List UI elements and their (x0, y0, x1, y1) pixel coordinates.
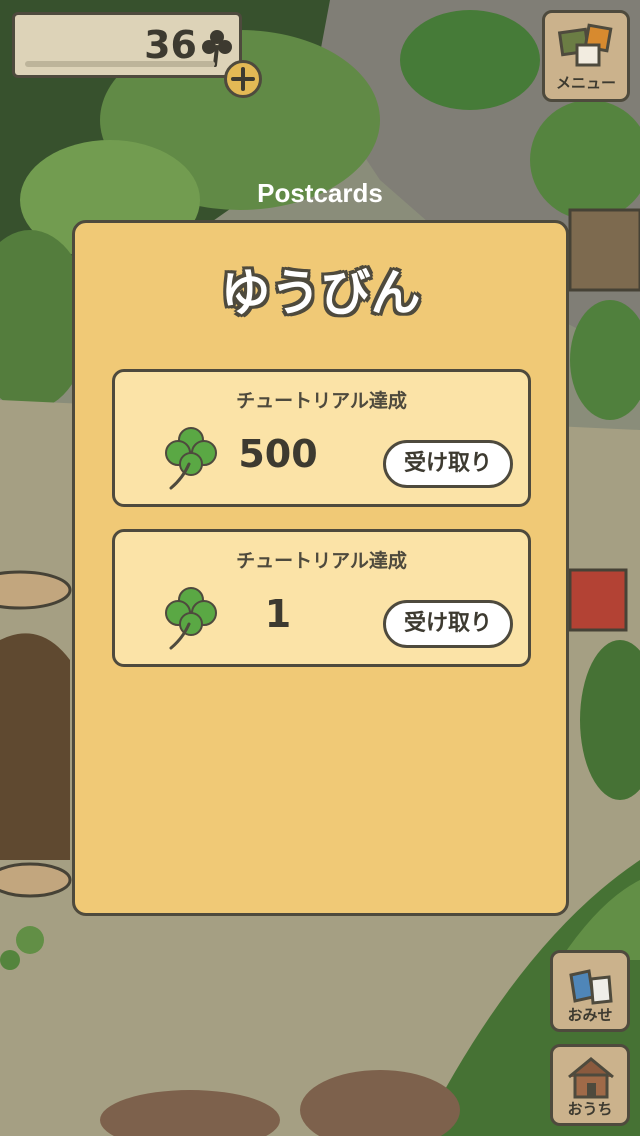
shop-bags-icon (569, 969, 613, 1005)
page-title: Postcards (257, 178, 383, 208)
four-leaf-clover-icon (165, 587, 217, 650)
add-clover-button[interactable] (224, 60, 262, 98)
postcards-stack-icon (557, 23, 613, 67)
menu-button[interactable]: メニュー (542, 10, 630, 102)
mail-item-title: チュートリアル達成 (236, 390, 407, 412)
plus-icon (231, 67, 255, 91)
shop-label: おみせ (567, 1006, 613, 1024)
home-label: おうち (567, 1100, 613, 1118)
shop-button[interactable]: おみせ (550, 950, 630, 1032)
receive-button[interactable]: 受け取り (383, 600, 513, 648)
reward-amount: 1 (264, 592, 292, 636)
mail-item-title: チュートリアル達成 (236, 550, 407, 572)
counter-bar (25, 61, 215, 67)
clover-counter: 36 (12, 12, 242, 78)
four-leaf-clover-icon (165, 427, 217, 490)
panel-heading: ゆうびん (220, 264, 421, 322)
house-icon (568, 1057, 614, 1099)
menu-label: メニュー (555, 74, 616, 92)
mail-item: チュートリアル達成 500 受け取り (112, 369, 531, 507)
mail-panel: ゆうびん チュートリアル達成 500 受け取り チュートリアル達成 1 受け取り (72, 220, 569, 916)
receive-button[interactable]: 受け取り (383, 440, 513, 488)
mail-item: チュートリアル達成 1 受け取り (112, 529, 531, 667)
reward-amount: 500 (238, 432, 318, 476)
home-button[interactable]: おうち (550, 1044, 630, 1126)
